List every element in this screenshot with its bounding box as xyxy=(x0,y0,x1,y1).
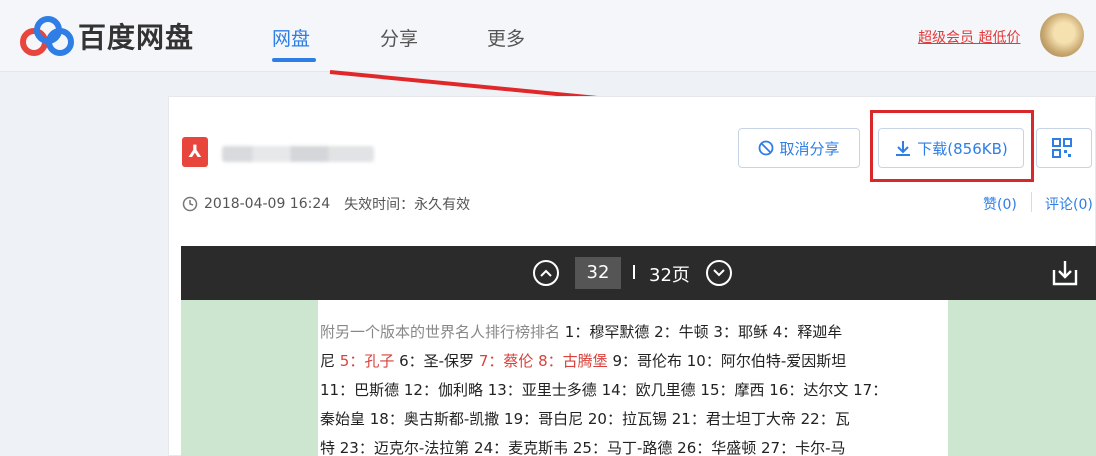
chevron-up-icon xyxy=(540,269,552,277)
viewer-download-icon[interactable] xyxy=(1050,258,1080,288)
clock-icon xyxy=(182,196,198,212)
document-text-segment: 尼 xyxy=(320,352,340,370)
share-created-time: 2018-04-09 16:24 xyxy=(204,196,331,212)
viewer-toolbar xyxy=(181,246,1096,300)
document-text-segment: 秦始皇 18：奥古斯都-凯撒 19：哥白尼 20：拉瓦锡 21：君士坦丁大帝 2… xyxy=(320,410,850,428)
divider xyxy=(1031,192,1032,212)
document-text-segment: 附另一个版本的世界名人排行榜排名 xyxy=(320,323,565,341)
download-highlight-box xyxy=(870,110,1034,182)
document-text-segment: 9：哥伦布 10：阿尔伯特-爱因斯坦 xyxy=(607,352,847,370)
like-link[interactable]: 赞(0) xyxy=(983,194,1017,214)
document-text-segment: 5：孔子 xyxy=(339,352,395,370)
document-line: 特 23：迈克尔-法拉第 24：麦克斯韦 25：马丁-路德 26：华盛顿 27：… xyxy=(320,434,946,456)
document-line: 尼 5：孔子 6：圣-保罗 7：蔡伦 8：古腾堡 9：哥伦布 10：阿尔伯特-爱… xyxy=(320,347,946,376)
cancel-share-label: 取消分享 xyxy=(779,139,840,158)
document-text-segment: 7：蔡伦 8：古腾堡 xyxy=(478,352,608,370)
cancel-share-button[interactable]: 取消分享 xyxy=(738,128,860,168)
next-page-button[interactable] xyxy=(706,260,732,286)
prev-page-button[interactable] xyxy=(533,260,559,286)
page-separator xyxy=(633,265,635,279)
document-text-segment: 1：穆罕默德 2：牛顿 3：耶稣 4：释迦牟 xyxy=(564,323,843,341)
page-total: 32页 xyxy=(649,265,690,286)
document-text-segment: 特 23：迈克尔-法拉第 24：麦克斯韦 25：马丁-路德 26：华盛顿 27：… xyxy=(320,439,846,456)
qrcode-button[interactable] xyxy=(1036,128,1092,168)
document-line: 附另一个版本的世界名人排行榜排名 1：穆罕默德 2：牛顿 3：耶稣 4：释迦牟 xyxy=(320,318,946,347)
qrcode-icon xyxy=(1051,138,1072,158)
document-line: 11：巴斯德 12：伽利略 13：亚里士多德 14：欧几里德 15：摩西 16：… xyxy=(320,376,946,405)
pdf-icon: ⅄ xyxy=(182,137,208,167)
document-text-segment: 11：巴斯德 12：伽利略 13：亚里士多德 14：欧几里德 15：摩西 16：… xyxy=(320,381,888,399)
document-line: 秦始皇 18：奥古斯都-凯撒 19：哥白尼 20：拉瓦锡 21：君士坦丁大帝 2… xyxy=(320,405,946,434)
document-text: 附另一个版本的世界名人排行榜排名 1：穆罕默德 2：牛顿 3：耶稣 4：释迦牟尼… xyxy=(320,318,946,456)
document-text-segment: 6：圣-保罗 xyxy=(394,352,479,370)
comment-link[interactable]: 评论(0) xyxy=(1045,194,1093,214)
page-number-input[interactable]: 32 xyxy=(575,257,621,289)
chevron-down-icon xyxy=(713,269,725,277)
forbid-icon xyxy=(759,140,774,156)
file-name-blurred xyxy=(222,146,374,162)
share-expire-time: 失效时间：永久有效 xyxy=(344,197,471,213)
share-meta: 2018-04-09 16:24 失效时间：永久有效 xyxy=(182,194,470,214)
